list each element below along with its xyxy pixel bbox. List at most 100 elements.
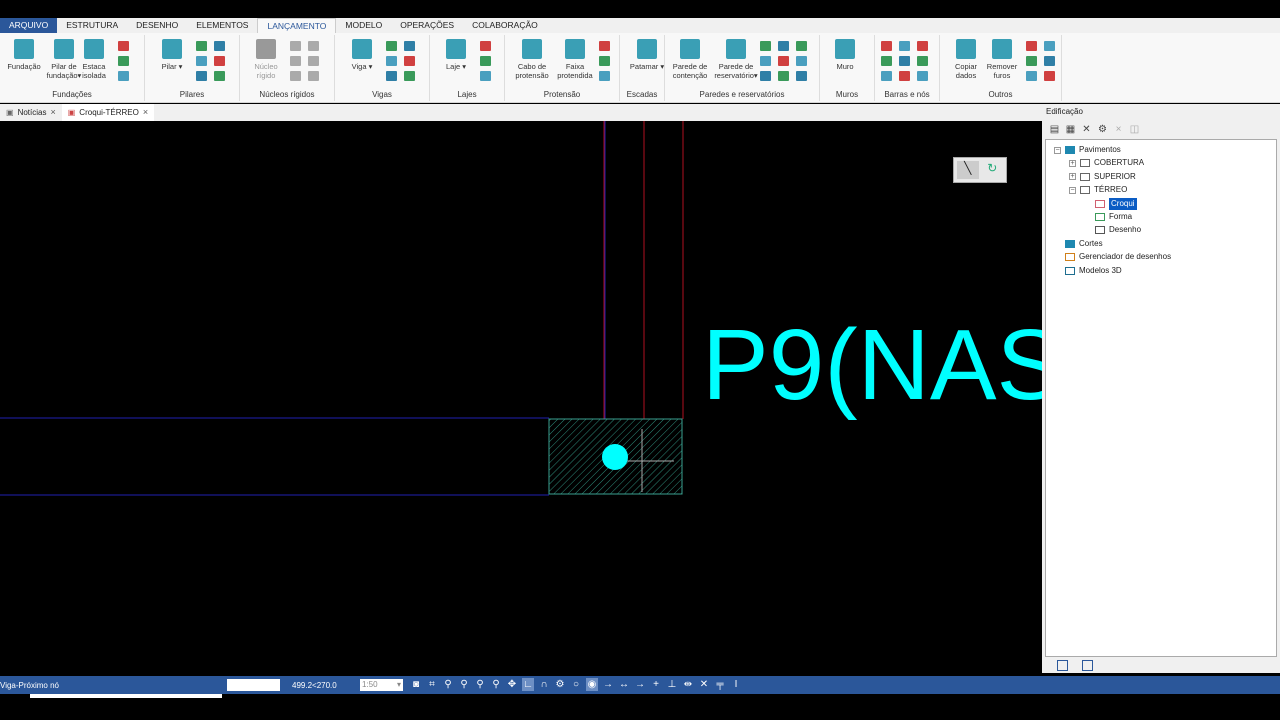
endpoint-snap-icon[interactable]: → [602,678,614,691]
ribbon-small-tool-icon[interactable] [881,71,892,81]
ribbon-small-tool-icon[interactable] [404,56,415,66]
ribbon-small-tool-icon[interactable] [290,41,301,51]
zoom-out-icon[interactable]: ⚲ [458,678,470,691]
zoom-all-icon[interactable]: ⚲ [490,678,502,691]
menu-tab[interactable]: DESENHO [127,18,187,33]
ribbon-small-tool-icon[interactable] [404,41,415,51]
close-tab-icon[interactable]: × [143,104,148,121]
perpendicular-snap-icon[interactable]: ⊥ [666,678,678,691]
ribbon-button[interactable]: Núcleo rígido [244,39,288,80]
tree-item[interactable]: Forma [1084,211,1132,223]
export-icon[interactable]: ◫ [1129,124,1140,135]
ribbon-button[interactable]: Parede de reservatório▾ [714,39,758,80]
ribbon-small-tool-icon[interactable] [118,56,129,66]
ribbon-small-tool-icon[interactable] [386,56,397,66]
ribbon-small-tool-icon[interactable] [1026,56,1037,66]
ribbon-small-tool-icon[interactable] [899,71,910,81]
ribbon-small-tool-icon[interactable] [480,56,491,66]
settings-icon[interactable]: ⚙ [1097,124,1108,135]
ribbon-small-tool-icon[interactable] [118,71,129,81]
ribbon-button[interactable]: Laje ▾ [434,39,478,71]
tree-view-tab-icon[interactable] [1057,660,1068,671]
ribbon-small-tool-icon[interactable] [290,56,301,66]
ribbon-button[interactable]: Cabo de protensão [510,39,554,80]
checklist-tab-icon[interactable] [1082,660,1093,671]
ribbon-small-tool-icon[interactable] [778,71,789,81]
command-input[interactable] [227,679,280,691]
menu-tab[interactable]: ARQUIVO [0,18,58,33]
collapse-icon[interactable]: − [1069,186,1076,194]
ribbon-small-tool-icon[interactable] [386,41,397,51]
center-snap-icon[interactable]: ◉ [586,678,598,691]
ribbon-button[interactable]: Parede de contenção [668,39,712,80]
menu-tab[interactable]: MODELO [336,18,391,33]
arc-mode-icon[interactable]: ↻ [982,161,1004,179]
ribbon-small-tool-icon[interactable] [404,71,415,81]
ribbon-button[interactable]: Faixa protendida [553,39,597,80]
document-tab[interactable]: ▣ Notícias × [0,104,62,121]
snap-settings-icon[interactable]: ⚙ [554,678,566,691]
ribbon-small-tool-icon[interactable] [308,71,319,81]
edit-floors-icon[interactable]: ▦ [1065,124,1076,135]
ribbon-button[interactable]: Remover furos [980,39,1024,80]
zoom-window-icon[interactable]: ◙ [410,678,422,691]
tree-item[interactable]: Croqui [1084,197,1137,210]
cross-snap-icon[interactable]: ✕ [698,678,710,691]
ribbon-small-tool-icon[interactable] [480,41,491,51]
collapse-icon[interactable]: − [1054,146,1061,154]
properties-icon[interactable]: ▤ [1049,124,1060,135]
menu-tab[interactable]: COLABORAÇÃO [463,18,547,33]
tree-item[interactable]: Cortes [1054,238,1103,250]
tree-item[interactable]: Gerenciador de desenhos [1054,251,1171,263]
expand-icon[interactable]: + [1069,159,1076,167]
tangent-snap-icon[interactable]: ╤ [714,678,726,691]
zoom-in-icon[interactable]: ⚲ [442,678,454,691]
circle-snap-icon[interactable]: ○ [570,678,582,691]
ribbon-button[interactable]: Pilar ▾ [150,39,194,71]
menu-tab[interactable]: LANÇAMENTO [257,18,337,33]
ribbon-small-tool-icon[interactable] [760,71,771,81]
ribbon-small-tool-icon[interactable] [1044,56,1055,66]
ribbon-small-tool-icon[interactable] [796,71,807,81]
ribbon-small-tool-icon[interactable] [881,56,892,66]
delete-icon[interactable]: × [1113,124,1124,135]
ortho-icon[interactable]: ∟ [522,678,534,691]
close-tab-icon[interactable]: × [50,104,55,121]
ribbon-small-tool-icon[interactable] [118,41,129,51]
ribbon-small-tool-icon[interactable] [196,56,207,66]
menu-tab[interactable]: ELEMENTOS [187,18,257,33]
ribbon-small-tool-icon[interactable] [599,41,610,51]
tree-item[interactable]: − TÉRREO [1069,184,1127,196]
ribbon-small-tool-icon[interactable] [796,41,807,51]
intersection-snap-icon[interactable]: + [650,678,662,691]
nearest-snap-icon[interactable]: → [634,678,646,691]
ribbon-small-tool-icon[interactable] [480,71,491,81]
parallel-snap-icon[interactable]: ⇹ [682,678,694,691]
ribbon-small-tool-icon[interactable] [308,56,319,66]
expand-icon[interactable]: + [1069,173,1076,181]
ribbon-small-tool-icon[interactable] [917,56,928,66]
scale-select[interactable]: 1:50 ▾ [360,679,403,691]
tools-icon[interactable]: ✕ [1081,124,1092,135]
ribbon-small-tool-icon[interactable] [214,56,225,66]
tree-item[interactable]: + SUPERIOR [1069,171,1136,183]
ribbon-small-tool-icon[interactable] [214,41,225,51]
ribbon-small-tool-icon[interactable] [386,71,397,81]
ribbon-small-tool-icon[interactable] [917,41,928,51]
ribbon-small-tool-icon[interactable] [599,56,610,66]
tree-item[interactable]: Desenho [1084,224,1141,236]
ribbon-small-tool-icon[interactable] [308,41,319,51]
ribbon-small-tool-icon[interactable] [599,71,610,81]
ribbon-small-tool-icon[interactable] [796,56,807,66]
zoom-previous-icon[interactable]: ⚲ [474,678,486,691]
midpoint-snap-icon[interactable]: ↔ [618,678,630,691]
line-mode-icon[interactable]: ╲ [957,161,979,179]
menu-tab[interactable]: OPERAÇÕES [391,18,463,33]
ribbon-small-tool-icon[interactable] [917,71,928,81]
ribbon-small-tool-icon[interactable] [899,41,910,51]
tree-item[interactable]: Modelos 3D [1054,265,1122,277]
ribbon-small-tool-icon[interactable] [196,71,207,81]
extension-snap-icon[interactable]: I [730,678,742,691]
ribbon-small-tool-icon[interactable] [1026,41,1037,51]
ribbon-small-tool-icon[interactable] [760,56,771,66]
